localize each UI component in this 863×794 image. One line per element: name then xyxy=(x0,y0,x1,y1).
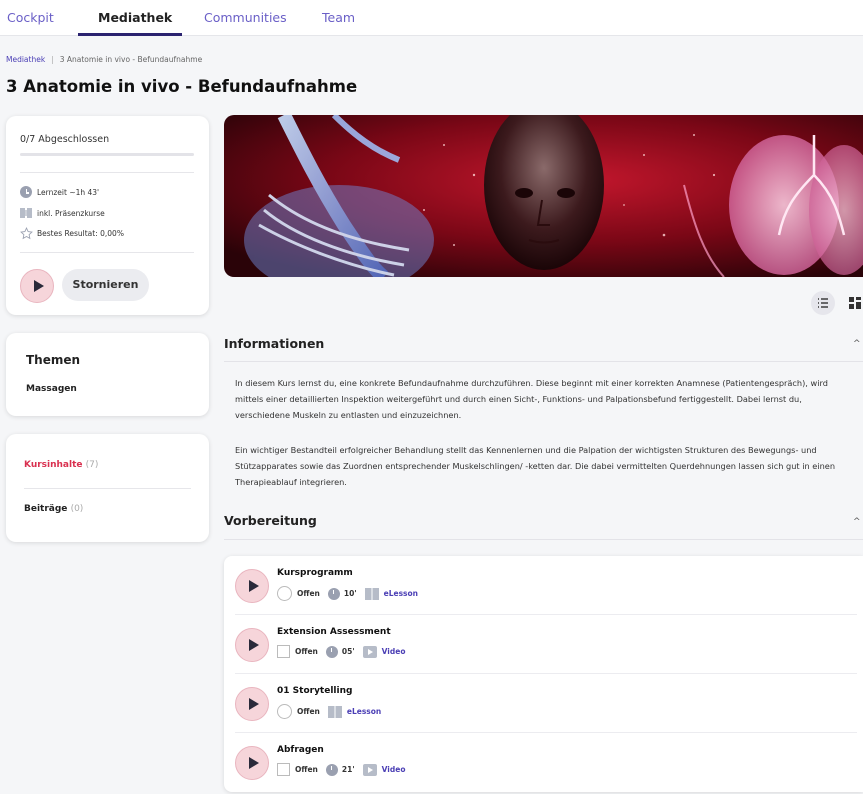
status-checkbox-icon xyxy=(277,645,290,658)
start-course-play-button[interactable] xyxy=(20,269,54,303)
lesson-item[interactable]: Kursprogramm Offen 10' eLesson xyxy=(224,556,863,615)
lesson-status: Offen xyxy=(295,765,318,774)
lesson-type: Video xyxy=(381,765,406,774)
tab-kursinhalte-count: (7) xyxy=(85,460,99,470)
info-paragraph-2: Ein wichtiger Bestandteil erfolgreicher … xyxy=(235,445,836,487)
lesson-meta: Offen eLesson xyxy=(277,704,381,719)
star-icon xyxy=(20,227,33,240)
lesson-status: Offen xyxy=(297,707,320,716)
lesson-meta: Offen 10' eLesson xyxy=(277,586,418,601)
lesson-type: Video xyxy=(381,647,406,656)
clock-icon xyxy=(325,763,338,776)
prep-collapse-chevron-icon[interactable]: ^ xyxy=(853,517,861,527)
progress-label: 0/7 Abgeschlossen xyxy=(20,134,110,145)
lesson-title: 01 Storytelling xyxy=(277,686,353,696)
learning-time: Lernzeit ~1h 43' xyxy=(37,187,100,197)
clock-icon xyxy=(325,645,338,658)
lesson-play-button[interactable] xyxy=(235,569,269,603)
nav-mediathek[interactable]: Mediathek xyxy=(98,10,172,25)
breadcrumb-current: 3 Anatomie in vivo - Befundaufnahme xyxy=(59,55,203,64)
active-nav-underline xyxy=(78,33,182,36)
status-checkbox-icon xyxy=(277,763,290,776)
lesson-title: Kursprogramm xyxy=(277,568,353,578)
elesson-icon xyxy=(364,587,379,600)
lesson-play-button[interactable] xyxy=(235,687,269,721)
section-divider xyxy=(224,539,863,540)
lesson-play-button[interactable] xyxy=(235,628,269,662)
course-progress-card: 0/7 Abgeschlossen Lernzeit ~1h 43' inkl.… xyxy=(6,116,209,315)
divider xyxy=(24,488,191,489)
grid-icon xyxy=(849,297,861,309)
lesson-item[interactable]: Abfragen Offen 21' Video xyxy=(224,733,863,792)
clock-icon xyxy=(20,186,32,198)
divider xyxy=(20,172,194,173)
presence-row: inkl. Präsenzkurse xyxy=(20,207,105,219)
tab-kursinhalte[interactable]: Kursinhalte (7) xyxy=(24,460,98,470)
lesson-duration: 10' xyxy=(343,589,357,598)
grid-view-toggle[interactable] xyxy=(843,291,863,315)
best-result-row: Bestes Resultat: 0,00% xyxy=(20,227,124,240)
lesson-item[interactable]: Extension Assessment Offen 05' Video xyxy=(224,615,863,674)
divider xyxy=(20,252,194,253)
breadcrumb: Mediathek | 3 Anatomie in vivo - Befundauf… xyxy=(6,55,203,64)
themes-card: Themen Massagen xyxy=(6,333,209,416)
status-circle-icon xyxy=(277,704,292,719)
list-icon xyxy=(818,298,828,308)
page-title: 3 Anatomie in vivo - Befundaufnahme xyxy=(6,77,358,96)
status-circle-icon xyxy=(277,586,292,601)
lesson-title: Abfragen xyxy=(277,745,324,755)
progress-bar xyxy=(20,153,194,156)
nav-team[interactable]: Team xyxy=(322,10,355,25)
prep-section-title: Vorbereitung xyxy=(224,513,317,528)
breadcrumb-root[interactable]: Mediathek xyxy=(6,55,45,64)
cancel-button[interactable]: Stornieren xyxy=(62,269,149,301)
lesson-title: Extension Assessment xyxy=(277,627,391,637)
course-hero-image xyxy=(224,115,863,277)
learning-time-row: Lernzeit ~1h 43' xyxy=(20,186,99,198)
lesson-type: eLesson xyxy=(383,589,418,598)
info-paragraph-1: In diesem Kurs lernst du, eine konkrete … xyxy=(235,378,828,420)
themes-title: Themen xyxy=(26,353,81,367)
tab-kursinhalte-label: Kursinhalte xyxy=(24,460,83,470)
lesson-meta: Offen 21' Video xyxy=(277,763,405,776)
lesson-play-button[interactable] xyxy=(235,746,269,780)
lesson-meta: Offen 05' Video xyxy=(277,645,405,658)
lesson-item[interactable]: 01 Storytelling Offen eLesson xyxy=(224,674,863,733)
tab-beitraege-label: Beiträge xyxy=(24,504,68,514)
clock-icon xyxy=(327,587,340,600)
lesson-duration: 05' xyxy=(341,647,355,656)
section-divider xyxy=(224,361,863,362)
lesson-duration: 21' xyxy=(341,765,355,774)
top-navigation: Cockpit Mediathek Communities Team xyxy=(0,0,863,36)
best-result: Bestes Resultat: 0,00% xyxy=(37,228,124,238)
lesson-type: eLesson xyxy=(346,707,382,716)
tab-beitraege[interactable]: Beiträge (0) xyxy=(24,504,83,514)
info-collapse-chevron-icon[interactable]: ^ xyxy=(853,339,861,349)
lesson-status: Offen xyxy=(297,589,320,598)
list-view-toggle[interactable] xyxy=(811,291,835,315)
nav-cockpit[interactable]: Cockpit xyxy=(7,10,54,25)
presence-course-icon xyxy=(20,207,32,219)
lesson-status: Offen xyxy=(295,647,318,656)
theme-item-massagen[interactable]: Massagen xyxy=(26,384,77,394)
nav-communities[interactable]: Communities xyxy=(204,10,287,25)
content-tabs-card: Kursinhalte (7) Beiträge (0) xyxy=(6,434,209,542)
info-section-title: Informationen xyxy=(224,336,325,351)
video-icon xyxy=(362,763,377,776)
lesson-list: Kursprogramm Offen 10' eLesson Extension… xyxy=(224,556,863,792)
presence-label: inkl. Präsenzkurse xyxy=(37,208,105,218)
video-icon xyxy=(362,645,377,658)
tab-beitraege-count: (0) xyxy=(70,504,84,514)
elesson-icon xyxy=(327,705,342,718)
